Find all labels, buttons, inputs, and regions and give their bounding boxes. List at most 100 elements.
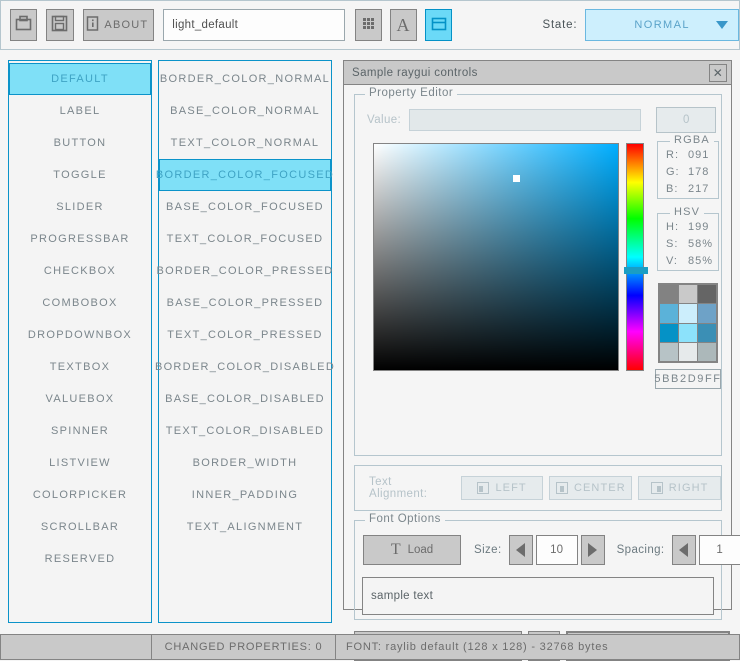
align-left-button[interactable]: LEFT: [461, 476, 544, 500]
controls-list-item[interactable]: TEXTBOX: [9, 351, 151, 383]
properties-list-item[interactable]: BASE_COLOR_PRESSED: [159, 287, 331, 319]
controls-list-item-label: CHECKBOX: [44, 265, 116, 277]
color-swatch[interactable]: [679, 304, 697, 322]
controls-list-item-label: COLORPICKER: [33, 489, 127, 501]
properties-list-item[interactable]: BORDER_COLOR_DISABLED: [159, 351, 331, 383]
close-icon[interactable]: ✕: [709, 64, 727, 82]
properties-list-item[interactable]: TEXT_COLOR_NORMAL: [159, 127, 331, 159]
status-changed-text: CHANGED PROPERTIES: 0: [165, 641, 323, 653]
font-size-input[interactable]: 10: [536, 535, 578, 565]
controls-list-item[interactable]: DEFAULT: [9, 63, 151, 95]
controls-list-item[interactable]: LISTVIEW: [9, 447, 151, 479]
color-swatch[interactable]: [679, 343, 697, 361]
controls-list-item[interactable]: COMBOBOX: [9, 287, 151, 319]
color-swatch[interactable]: [698, 324, 716, 342]
style-name-input[interactable]: light_default: [163, 9, 344, 41]
color-swatch[interactable]: [660, 304, 678, 322]
window-panel-button[interactable]: [425, 9, 452, 41]
align-center-button[interactable]: CENTER: [549, 476, 632, 500]
properties-list-item[interactable]: TEXT_COLOR_PRESSED: [159, 319, 331, 351]
properties-list-item[interactable]: INNER_PADDING: [159, 479, 331, 511]
controls-list-item[interactable]: COLORPICKER: [9, 479, 151, 511]
controls-list-item[interactable]: PROGRESSBAR: [9, 223, 151, 255]
controls-list-item-label: TOGGLE: [53, 169, 106, 181]
sample-text-input[interactable]: sample text: [362, 577, 714, 615]
properties-list-item[interactable]: BORDER_COLOR_FOCUSED: [159, 159, 331, 191]
properties-list-item-label: BASE_COLOR_FOCUSED: [166, 201, 324, 213]
color-swatch[interactable]: [698, 285, 716, 303]
color-swatch[interactable]: [660, 324, 678, 342]
folder-open-icon: [15, 15, 32, 35]
properties-list-item[interactable]: BORDER_COLOR_NORMAL: [159, 63, 331, 95]
font-size-increase-button[interactable]: [581, 535, 605, 565]
hsv-v-value: 85%: [688, 255, 713, 267]
color-swatch[interactable]: [679, 324, 697, 342]
hue-selector[interactable]: [624, 267, 648, 274]
load-font-button[interactable]: T Load: [363, 535, 461, 565]
controls-list-item[interactable]: TOGGLE: [9, 159, 151, 191]
color-swatch[interactable]: [660, 343, 678, 361]
save-style-button[interactable]: [46, 9, 73, 41]
color-swatch-palette[interactable]: [658, 283, 718, 363]
controls-list-item[interactable]: SLIDER: [9, 191, 151, 223]
color-swatch[interactable]: [698, 304, 716, 322]
properties-list-item-label: BORDER_COLOR_NORMAL: [160, 73, 330, 85]
style-name-value: light_default: [172, 19, 238, 31]
controls-list-item[interactable]: BUTTON: [9, 127, 151, 159]
state-dropdown[interactable]: NORMAL: [585, 9, 739, 41]
font-size-decrease-button[interactable]: [509, 535, 533, 565]
hue-bar[interactable]: [626, 143, 644, 371]
properties-list-item-label: BORDER_COLOR_DISABLED: [155, 361, 335, 373]
properties-list-item[interactable]: BASE_COLOR_NORMAL: [159, 95, 331, 127]
properties-list-item[interactable]: BORDER_COLOR_PRESSED: [159, 255, 331, 287]
align-right-button[interactable]: RIGHT: [638, 476, 721, 500]
properties-list-item[interactable]: BORDER_WIDTH: [159, 447, 331, 479]
about-button[interactable]: ABOUT: [83, 9, 155, 41]
color-swatch[interactable]: [698, 343, 716, 361]
rgba-b-row: B: 217: [658, 180, 718, 197]
controls-list-item-label: SPINNER: [51, 425, 109, 437]
properties-list-item-label: TEXT_COLOR_NORMAL: [171, 137, 320, 149]
about-button-label: ABOUT: [104, 19, 148, 31]
controls-list-item[interactable]: SCROLLBAR: [9, 511, 151, 543]
rgba-g-value: 178: [688, 166, 709, 178]
hex-color-input[interactable]: 5BB2D9FF: [655, 369, 721, 389]
properties-list-item-label: BORDER_COLOR_PRESSED: [157, 265, 334, 277]
font-spacing-value: 1: [716, 544, 722, 556]
color-swatch[interactable]: [660, 285, 678, 303]
controls-list-item[interactable]: VALUEBOX: [9, 383, 151, 415]
state-label: State:: [542, 19, 577, 31]
value-apply-button[interactable]: 0: [656, 107, 716, 133]
controls-list-item-label: LABEL: [60, 105, 101, 117]
controls-list-item[interactable]: CHECKBOX: [9, 255, 151, 287]
properties-list-item-label: TEXT_COLOR_PRESSED: [167, 329, 322, 341]
controls-list[interactable]: DEFAULT LABEL BUTTON TOGGLE SLIDERPROGRESSBA…: [8, 60, 152, 623]
controls-grid-button[interactable]: [355, 9, 382, 41]
window-title-bar: Sample raygui controls ✕: [344, 61, 731, 85]
status-font-text: FONT: raylib default (128 x 128) - 32768…: [346, 641, 608, 653]
arrow-left-icon: [516, 543, 525, 557]
controls-list-item[interactable]: DROPDOWNBOX: [9, 319, 151, 351]
controls-list-item[interactable]: LABEL: [9, 95, 151, 127]
properties-list-item[interactable]: BASE_COLOR_FOCUSED: [159, 191, 331, 223]
properties-list-item[interactable]: TEXT_COLOR_DISABLED: [159, 415, 331, 447]
hsv-h-row: H: 199: [658, 218, 718, 235]
window-panel-icon: [431, 16, 447, 35]
controls-list-item[interactable]: RESERVED: [9, 543, 151, 575]
font-spacing-input[interactable]: 1: [699, 535, 740, 565]
properties-list[interactable]: BORDER_COLOR_NORMAL BASE_COLOR_NORMAL TEXT…: [158, 60, 332, 623]
sv-cursor[interactable]: [513, 175, 520, 182]
saturation-value-square[interactable]: [373, 143, 619, 371]
align-right-icon: [651, 482, 663, 494]
properties-list-item[interactable]: TEXT_COLOR_FOCUSED: [159, 223, 331, 255]
properties-list-item[interactable]: BASE_COLOR_DISABLED: [159, 383, 331, 415]
font-button[interactable]: A: [390, 9, 417, 41]
controls-list-item[interactable]: SPINNER: [9, 415, 151, 447]
properties-list-item-label: BASE_COLOR_NORMAL: [170, 105, 320, 117]
font-spacing-decrease-button[interactable]: [672, 535, 696, 565]
sample-controls-window: Sample raygui controls ✕ Property Editor…: [343, 60, 732, 610]
open-style-button[interactable]: [10, 9, 37, 41]
value-input[interactable]: [409, 109, 641, 131]
color-swatch[interactable]: [679, 285, 697, 303]
properties-list-item[interactable]: TEXT_ALIGNMENT: [159, 511, 331, 543]
